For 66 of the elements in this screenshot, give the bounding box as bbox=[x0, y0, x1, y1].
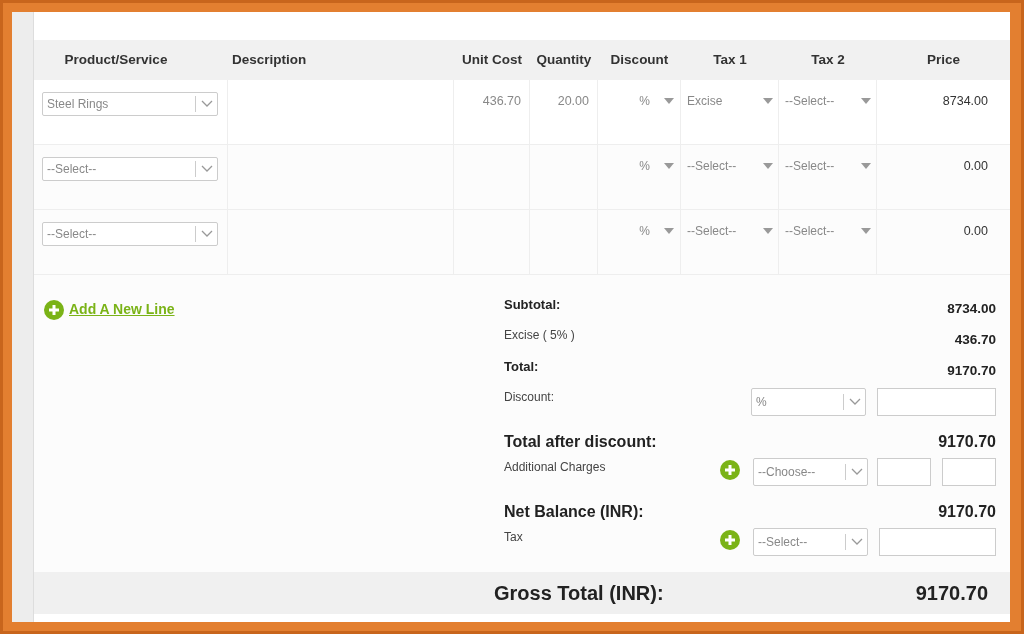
gross-total-value: 9170.70 bbox=[915, 581, 988, 606]
gross-total-label: Gross Total (INR): bbox=[494, 581, 665, 606]
tax-select[interactable]: --Select-- bbox=[785, 222, 871, 240]
column-header: Price bbox=[927, 51, 960, 67]
chevron-down-icon bbox=[200, 230, 213, 238]
charge-select[interactable]: --Choose-- bbox=[753, 458, 868, 486]
summary-value: 8734.00 bbox=[947, 300, 996, 318]
quantity-text: 20.00 bbox=[557, 94, 589, 108]
unit-cost-text: 436.70 bbox=[482, 94, 521, 108]
chevron-down-icon bbox=[850, 468, 863, 476]
product-select[interactable]: --Select-- bbox=[42, 222, 218, 246]
chevron-down-icon bbox=[200, 100, 213, 108]
plus-icon[interactable] bbox=[720, 460, 740, 480]
discount-type-select[interactable]: % bbox=[606, 157, 674, 175]
price-text: 0.00 bbox=[963, 159, 988, 173]
discount-type-select[interactable]: % bbox=[751, 388, 866, 416]
summary-label: Excise ( 5% ) bbox=[504, 328, 575, 342]
tax-input[interactable] bbox=[879, 528, 996, 556]
column-header: Product/Service bbox=[64, 51, 168, 67]
price-text: 0.00 bbox=[963, 224, 988, 238]
charge-input[interactable] bbox=[942, 458, 996, 486]
charge-input[interactable] bbox=[877, 458, 931, 486]
chevron-down-icon bbox=[200, 165, 213, 173]
chevron-down-icon bbox=[848, 398, 861, 406]
summary-value: 436.70 bbox=[954, 331, 996, 349]
column-header: Description bbox=[232, 51, 307, 67]
caret-icon bbox=[664, 98, 674, 104]
tax-select[interactable]: Excise bbox=[687, 92, 773, 110]
tax-select[interactable]: --Select-- bbox=[785, 92, 871, 110]
summary-label: Total: bbox=[504, 359, 539, 374]
caret-icon bbox=[861, 163, 871, 169]
summary-label: Net Balance (INR): bbox=[504, 503, 644, 520]
caret-icon bbox=[763, 98, 773, 104]
column-header: Quantity bbox=[536, 51, 592, 67]
summary-label: Total after discount: bbox=[504, 433, 657, 450]
caret-icon bbox=[861, 98, 871, 104]
price-text: 8734.00 bbox=[942, 94, 988, 108]
tax-select[interactable]: --Select-- bbox=[687, 157, 773, 175]
add-line-link[interactable]: Add A New Line bbox=[44, 299, 175, 320]
column-header: Discount bbox=[610, 51, 669, 67]
column-header: Unit Cost bbox=[462, 51, 522, 67]
column-header: Tax 1 bbox=[713, 51, 747, 67]
chevron-down-icon bbox=[850, 538, 863, 546]
discount-type-select[interactable]: % bbox=[606, 222, 674, 240]
tax-select[interactable]: --Select-- bbox=[687, 222, 773, 240]
tax-select[interactable]: --Select-- bbox=[785, 157, 871, 175]
caret-icon bbox=[861, 228, 871, 234]
product-select[interactable]: Steel Rings bbox=[42, 92, 218, 116]
summary-value: 9170.70 bbox=[938, 432, 996, 452]
summary-label: Additional Charges bbox=[504, 460, 606, 474]
caret-icon bbox=[763, 228, 773, 234]
caret-icon bbox=[664, 228, 674, 234]
summary-value: 9170.70 bbox=[938, 502, 996, 522]
summary-label: Discount: bbox=[504, 390, 555, 404]
caret-icon bbox=[664, 163, 674, 169]
product-select[interactable]: --Select-- bbox=[42, 157, 218, 181]
tax-select[interactable]: --Select-- bbox=[753, 528, 868, 556]
summary-label: Tax bbox=[504, 530, 523, 544]
caret-icon bbox=[763, 163, 773, 169]
plus-icon bbox=[44, 299, 64, 320]
plus-icon[interactable] bbox=[720, 530, 740, 550]
discount-type-select[interactable]: % bbox=[606, 92, 674, 110]
discount-input[interactable] bbox=[877, 388, 996, 416]
column-header: Tax 2 bbox=[811, 51, 845, 67]
summary-value: 9170.70 bbox=[947, 362, 996, 380]
summary-label: Subtotal: bbox=[504, 297, 561, 312]
